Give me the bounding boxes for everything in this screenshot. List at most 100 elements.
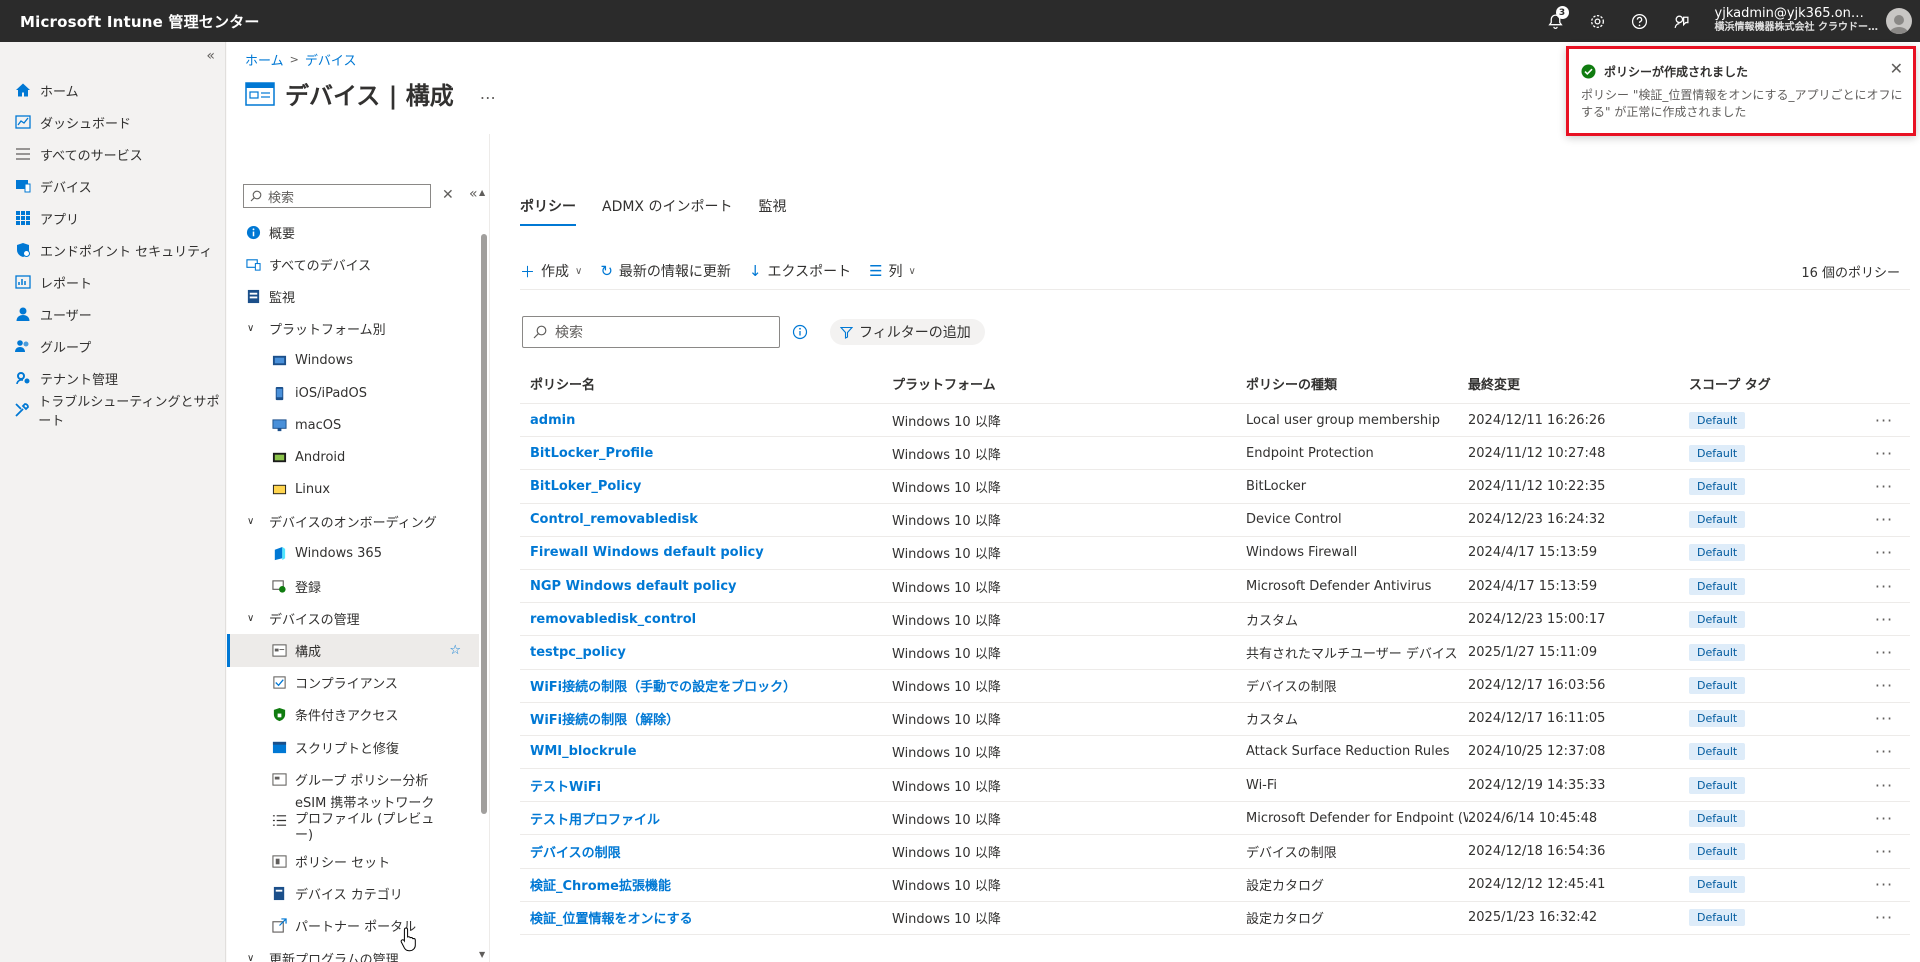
- tab-admx-import[interactable]: ADMX のインポート: [602, 196, 732, 226]
- subnav-item-script[interactable]: スクリプトと修復: [227, 731, 479, 763]
- nav-item-dashboard[interactable]: ダッシュボード: [0, 106, 226, 138]
- header-policy-name[interactable]: ポリシー名: [520, 374, 892, 393]
- nav-item-wrench[interactable]: トラブルシューティングとサポート: [0, 394, 226, 429]
- subnav-clear-button[interactable]: ✕: [442, 187, 454, 203]
- subnav-item-linux[interactable]: Linux: [227, 474, 479, 506]
- subnav-item-external-link[interactable]: パートナー ポータル: [227, 910, 479, 942]
- tab-policies[interactable]: ポリシー: [520, 196, 576, 226]
- nav-item-report[interactable]: レポート: [0, 266, 226, 298]
- header-scope-tag[interactable]: スコープ タグ: [1689, 374, 1859, 393]
- table-row[interactable]: WiFi接続の制限（手動での設定をブロック） Windows 10 以降 デバイスの…: [520, 670, 1910, 703]
- table-row[interactable]: 検証_位置情報をオンにする Windows 10 以降 設定カタログ 2025/1/2…: [520, 902, 1910, 935]
- collapse-nav-button[interactable]: «: [206, 48, 215, 64]
- table-row[interactable]: admin Windows 10 以降 Local user group membe…: [520, 404, 1910, 438]
- tab-monitor[interactable]: 監視: [758, 196, 786, 226]
- help-button[interactable]: [1619, 0, 1661, 42]
- row-more-button[interactable]: ···: [1859, 543, 1909, 562]
- policy-name-link[interactable]: testpc_policy: [520, 645, 892, 660]
- policy-name-link[interactable]: BitLocker_Profile: [520, 446, 892, 461]
- nav-item-group[interactable]: グループ: [0, 330, 226, 362]
- subnav-item-compliance[interactable]: コンプライアンス: [227, 667, 479, 699]
- add-filter-button[interactable]: フィルターの追加: [830, 319, 985, 345]
- page-more-button[interactable]: …: [480, 84, 496, 103]
- export-button[interactable]: ↓ エクスポート: [749, 261, 851, 281]
- table-row[interactable]: testpc_policy Windows 10 以降 共有されたマルチユーザー デ…: [520, 636, 1910, 670]
- policy-search-input[interactable]: 検索: [522, 316, 780, 348]
- policy-name-link[interactable]: NGP Windows default policy: [520, 579, 892, 594]
- scroll-down-arrow[interactable]: ▼: [479, 950, 485, 959]
- row-more-button[interactable]: ···: [1859, 510, 1909, 529]
- app-title[interactable]: Microsoft Intune 管理センター: [0, 11, 260, 32]
- policy-name-link[interactable]: 検証_位置情報をオンにする: [520, 908, 892, 927]
- nav-item-home[interactable]: ホーム: [0, 74, 226, 106]
- nav-item-device[interactable]: デバイス: [0, 170, 226, 202]
- feedback-button[interactable]: [1661, 0, 1703, 42]
- row-more-button[interactable]: ···: [1859, 577, 1909, 596]
- create-button[interactable]: ＋ 作成 ∨: [520, 261, 582, 282]
- row-more-button[interactable]: ···: [1859, 411, 1909, 430]
- nav-item-user[interactable]: ユーザー: [0, 298, 226, 330]
- subnav-item-configuration[interactable]: 構成 ☆: [227, 634, 479, 667]
- breadcrumb-devices[interactable]: デバイス: [305, 50, 357, 69]
- policy-name-link[interactable]: 検証_Chrome拡張機能: [520, 875, 892, 894]
- subnav-item-mac[interactable]: macOS: [227, 409, 479, 441]
- table-row[interactable]: WiFi接続の制限（解除） Windows 10 以降 カスタム 2024/12/17…: [520, 703, 1910, 736]
- subnav-item-monitor[interactable]: 監視: [227, 280, 479, 312]
- policy-name-link[interactable]: Control_removabledisk: [520, 512, 892, 527]
- nav-item-list[interactable]: すべてのサービス: [0, 138, 226, 170]
- settings-button[interactable]: [1577, 0, 1619, 42]
- table-row[interactable]: テスト用プロファイル Windows 10 以降 Microsoft Defende…: [520, 802, 1910, 836]
- table-row[interactable]: 検証_Chrome拡張機能 Windows 10 以降 設定カタログ 2024/12/…: [520, 869, 1910, 902]
- scroll-up-arrow[interactable]: ▲: [479, 188, 485, 197]
- table-row[interactable]: WMI_blockrule Windows 10 以降 Attack Surface…: [520, 736, 1910, 770]
- row-more-button[interactable]: ···: [1859, 477, 1909, 496]
- subnav-scrollbar[interactable]: [481, 234, 487, 814]
- subnav-item-enroll[interactable]: 登録: [227, 570, 479, 602]
- nav-item-tenant[interactable]: テナント管理: [0, 362, 226, 394]
- header-platform[interactable]: プラットフォーム: [892, 374, 1246, 393]
- policy-name-link[interactable]: Firewall Windows default policy: [520, 545, 892, 560]
- subnav-collapse-button[interactable]: «: [469, 186, 478, 202]
- subnav-item-gp-analytics[interactable]: グループ ポリシー分析: [227, 763, 479, 795]
- refresh-button[interactable]: ↻ 最新の情報に更新: [600, 261, 731, 281]
- breadcrumb-home[interactable]: ホーム: [245, 50, 284, 69]
- row-more-button[interactable]: ···: [1859, 709, 1909, 728]
- row-more-button[interactable]: ···: [1859, 776, 1909, 795]
- subnav-item-windows-device[interactable]: Windows: [227, 345, 479, 377]
- favorite-star-icon[interactable]: ☆: [449, 643, 461, 658]
- subnav-item-windows365[interactable]: Windows 365: [227, 538, 479, 570]
- policy-name-link[interactable]: WMI_blockrule: [520, 744, 892, 759]
- subnav-item-esim[interactable]: eSIM 携帯ネットワーク プロファイル (プレビュー): [227, 795, 479, 845]
- row-more-button[interactable]: ···: [1859, 676, 1909, 695]
- header-last-modified[interactable]: 最終変更: [1468, 374, 1689, 393]
- info-icon[interactable]: [792, 324, 808, 340]
- table-row[interactable]: Firewall Windows default policy Windows 1…: [520, 537, 1910, 570]
- notifications-button[interactable]: 3: [1535, 0, 1577, 42]
- policy-name-link[interactable]: テストWiFi: [520, 776, 892, 795]
- subnav-item-policy-set[interactable]: ポリシー セット: [227, 845, 479, 877]
- nav-item-shield[interactable]: エンドポイント セキュリティ: [0, 234, 226, 266]
- table-row[interactable]: BitLoker_Policy Windows 10 以降 BitLocker 202…: [520, 470, 1910, 504]
- row-more-button[interactable]: ···: [1859, 643, 1909, 662]
- policy-name-link[interactable]: admin: [520, 413, 892, 428]
- policy-name-link[interactable]: テスト用プロファイル: [520, 809, 892, 828]
- account-menu[interactable]: yjkadmin@yjk365.on… 横浜情報機器株式会社 クラウドー…: [1703, 7, 1886, 35]
- subnav-group-header[interactable]: ∨ 更新プログラムの管理: [227, 942, 479, 962]
- subnav-item-devices[interactable]: すべてのデバイス: [227, 248, 479, 280]
- subnav-group-header[interactable]: ∨ プラットフォーム別: [227, 313, 479, 345]
- table-row[interactable]: テストWiFi Windows 10 以降 Wi-Fi 2024/12/19 14:3…: [520, 769, 1910, 803]
- subnav-search-input[interactable]: 検索: [243, 184, 431, 208]
- subnav-group-header[interactable]: ∨ デバイスのオンボーディング: [227, 506, 479, 538]
- subnav-group-header[interactable]: ∨ デバイスの管理: [227, 602, 479, 634]
- header-policy-type[interactable]: ポリシーの種類: [1246, 374, 1468, 393]
- policy-name-link[interactable]: WiFi接続の制限（解除）: [520, 709, 892, 728]
- row-more-button[interactable]: ···: [1859, 875, 1909, 894]
- subnav-item-category[interactable]: デバイス カテゴリ: [227, 878, 479, 910]
- close-icon[interactable]: ✕: [1890, 59, 1903, 78]
- row-more-button[interactable]: ···: [1859, 610, 1909, 629]
- columns-button[interactable]: ☰ 列 ∨: [869, 261, 916, 281]
- table-row[interactable]: NGP Windows default policy Windows 10 以降 M…: [520, 570, 1910, 604]
- subnav-item-android[interactable]: Android: [227, 441, 479, 473]
- nav-item-apps[interactable]: アプリ: [0, 202, 226, 234]
- row-more-button[interactable]: ···: [1859, 842, 1909, 861]
